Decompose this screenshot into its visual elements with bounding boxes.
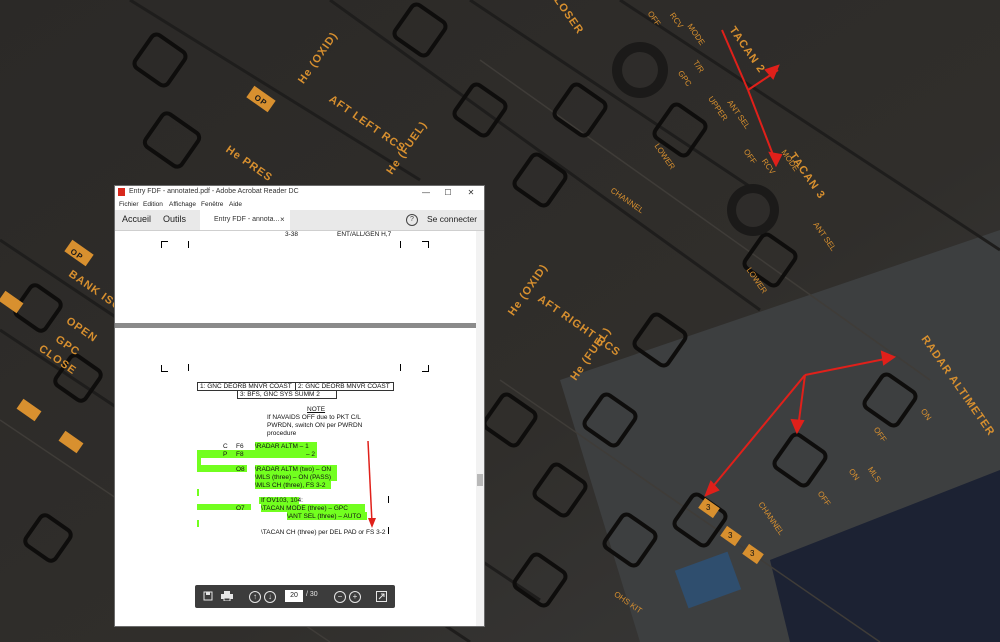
crop-mark xyxy=(161,241,168,248)
maximize-button[interactable]: ☐ xyxy=(437,186,459,199)
note-title: NOTE xyxy=(307,406,326,413)
page-separator xyxy=(115,323,476,328)
page-up-icon[interactable]: ↑ xyxy=(249,591,261,603)
fit-page-icon[interactable] xyxy=(376,591,387,602)
step-mls-on: \MLS (three) – ON (PASS) xyxy=(255,474,332,481)
acrobat-window: Entry FDF - annotated.pdf - Adobe Acroba… xyxy=(115,186,484,626)
menu-fenetre[interactable]: Fenêtre xyxy=(201,201,223,208)
note-line-3: procedure xyxy=(267,430,297,437)
step-ant-sel: \ANT SEL (three) – AUTO xyxy=(287,513,362,520)
crop-mark xyxy=(422,241,429,248)
highlight-mark xyxy=(197,489,199,496)
page-header: ENT/ALL/GEN H,7 xyxy=(337,231,392,238)
highlight-mark xyxy=(197,520,199,527)
help-icon[interactable]: ? xyxy=(406,214,418,226)
change-bar xyxy=(388,527,389,534)
sign-in-button[interactable]: Se connecter xyxy=(427,214,477,224)
note-line-2: PWRDN, switch ON per PWRDN xyxy=(267,422,363,429)
step-if-ov: If OV103, 104: xyxy=(261,497,303,504)
crop-mark xyxy=(422,365,429,372)
close-window-button[interactable]: ✕ xyxy=(460,186,482,199)
flag-1-label: 3 xyxy=(706,503,711,512)
tab-close-icon[interactable]: × xyxy=(280,215,285,224)
crop-tick xyxy=(400,364,401,371)
page-nav-toolbar: ↑ ↓ 20 / 30 − + xyxy=(195,585,395,608)
window-title: Entry FDF - annotated.pdf - Adobe Acroba… xyxy=(129,188,299,195)
step-tacan-ch: \TACAN CH (three) per DEL PAD or FS 3-2 xyxy=(261,529,386,536)
document-tab[interactable]: Entry FDF - annota... × xyxy=(200,210,290,230)
home-tab[interactable]: Accueil xyxy=(122,214,151,224)
label-p: P xyxy=(223,451,228,458)
tools-tab[interactable]: Outils xyxy=(163,214,186,224)
total-pages: / 30 xyxy=(306,591,318,598)
change-bar xyxy=(388,496,389,503)
menu-edition[interactable]: Edition xyxy=(143,201,163,208)
menu-affichage[interactable]: Affichage xyxy=(169,201,196,208)
step-mls-ch: \MLS CH (three), FS 3-2 xyxy=(255,482,326,489)
save-icon[interactable] xyxy=(203,591,213,601)
total-pages-value: 30 xyxy=(309,591,318,598)
highlight-mark xyxy=(197,450,317,458)
label-f6: F6 xyxy=(236,443,244,450)
print-icon[interactable] xyxy=(221,591,233,601)
step-radar-altm-two: \RADAR ALTM (two) – ON xyxy=(255,466,332,473)
menu-fichier[interactable]: Fichier xyxy=(119,201,139,208)
zoom-out-icon[interactable]: − xyxy=(334,591,346,603)
highlight-mark xyxy=(197,458,201,465)
page-number-input[interactable]: 20 xyxy=(285,590,303,602)
document-view[interactable]: 3-38 ENT/ALL/GEN H,7 1: GNC DEORB MNVR C… xyxy=(115,231,484,626)
acrobat-app-icon xyxy=(118,188,125,196)
label-o8: O8 xyxy=(236,466,245,473)
crop-tick xyxy=(400,241,401,248)
label-o7: O7 xyxy=(236,505,245,512)
step-radar-altm-2: – 2 xyxy=(306,451,316,458)
menu-aide[interactable]: Aide xyxy=(229,201,242,208)
vertical-scrollbar[interactable] xyxy=(476,231,484,626)
top-toolbar: Accueil Outils Entry FDF - annota... × ?… xyxy=(115,210,484,231)
page-separator-text: / xyxy=(306,591,308,598)
menu-bar: Fichier Edition Affichage Fenêtre Aide xyxy=(115,199,484,210)
step-radar-altm-1: \RADAR ALTM – 1 xyxy=(255,443,309,450)
document-tab-label: Entry FDF - annota... xyxy=(214,216,280,223)
page-down-icon[interactable]: ↓ xyxy=(264,591,276,603)
note-line-1: If NAVAIDS OFF due to PKT C/L xyxy=(267,414,361,421)
flag-3-label: 3 xyxy=(750,549,755,558)
label-c: C xyxy=(223,443,228,450)
scrollbar-thumb[interactable] xyxy=(477,474,483,486)
crop-tick xyxy=(188,241,189,248)
flag-2-label: 3 xyxy=(728,531,733,540)
minimize-button[interactable]: — xyxy=(415,186,437,199)
page-number: 3-38 xyxy=(285,231,299,238)
crop-mark xyxy=(161,365,168,372)
title-bar[interactable]: Entry FDF - annotated.pdf - Adobe Acroba… xyxy=(115,186,484,199)
crop-tick xyxy=(188,364,189,371)
step-tacan-mode: \TACAN MODE (three) – GPC xyxy=(261,505,348,512)
zoom-in-icon[interactable]: + xyxy=(349,591,361,603)
label-f8: F8 xyxy=(236,451,244,458)
crt-box-3: 3: BFS, GNC SYS SUMM 2 xyxy=(237,390,337,399)
